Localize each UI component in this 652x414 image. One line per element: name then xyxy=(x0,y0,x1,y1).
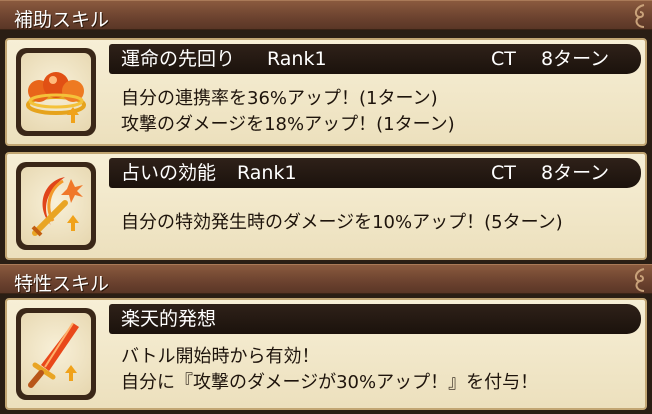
support-skills-header: 補助スキル xyxy=(0,0,652,31)
cooldown-label: CT xyxy=(491,48,516,70)
skill-description-line: 自分の特効発生時のダメージを10%アップ！(5ターン) xyxy=(121,212,563,233)
skill-card[interactable]: 運命の先回り Rank1 CT 8ターン 自分の連携率を36%アップ！(1ターン… xyxy=(5,38,647,146)
moon-sword-icon xyxy=(31,177,83,237)
skill-icon-frame xyxy=(16,162,96,250)
trait-name: 楽天的発想 xyxy=(121,308,217,330)
skill-icon-frame xyxy=(16,48,96,136)
skill-rank: Rank1 xyxy=(267,48,327,70)
flame-sword-icon xyxy=(28,322,79,388)
trait-name-bar: 楽天的発想 xyxy=(109,304,641,334)
curl-ornament-icon xyxy=(634,268,645,292)
skill-description-line: 自分の連携率を36%アップ！(1ターン) xyxy=(121,88,438,109)
skill-description-line: 攻撃のダメージを18%アップ！(1ターン) xyxy=(121,114,455,135)
section-title: 補助スキル xyxy=(14,9,110,31)
trait-description-line: バトル開始時から有効！ xyxy=(121,346,320,367)
skill-name-bar: 占いの効能 Rank1 CT 8ターン xyxy=(109,158,641,188)
trait-description-line: 自分に『攻撃のダメージが30%アップ！』を付与！ xyxy=(121,372,539,393)
skill-name: 運命の先回り xyxy=(121,48,236,70)
trait-icon-frame xyxy=(16,308,96,400)
skill-name-bar: 運命の先回り Rank1 CT 8ターン xyxy=(109,44,641,74)
cooldown-label: CT xyxy=(491,162,516,184)
cooldown-value: 8ターン xyxy=(541,48,610,70)
skill-rank: Rank1 xyxy=(237,162,297,184)
skill-card[interactable]: 占いの効能 Rank1 CT 8ターン 自分の特効発生時のダメージを10%アップ… xyxy=(5,152,647,260)
cooldown-value: 8ターン xyxy=(541,162,610,184)
trait-card[interactable]: 楽天的発想 バトル開始時から有効！ 自分に『攻撃のダメージが30%アップ！』を付… xyxy=(5,298,647,410)
section-title: 特性スキル xyxy=(14,273,110,295)
orbs-icon xyxy=(26,72,86,123)
skill-name: 占いの効能 xyxy=(121,162,217,184)
trait-skills-header: 特性スキル xyxy=(0,264,652,295)
curl-ornament-icon xyxy=(634,4,645,28)
